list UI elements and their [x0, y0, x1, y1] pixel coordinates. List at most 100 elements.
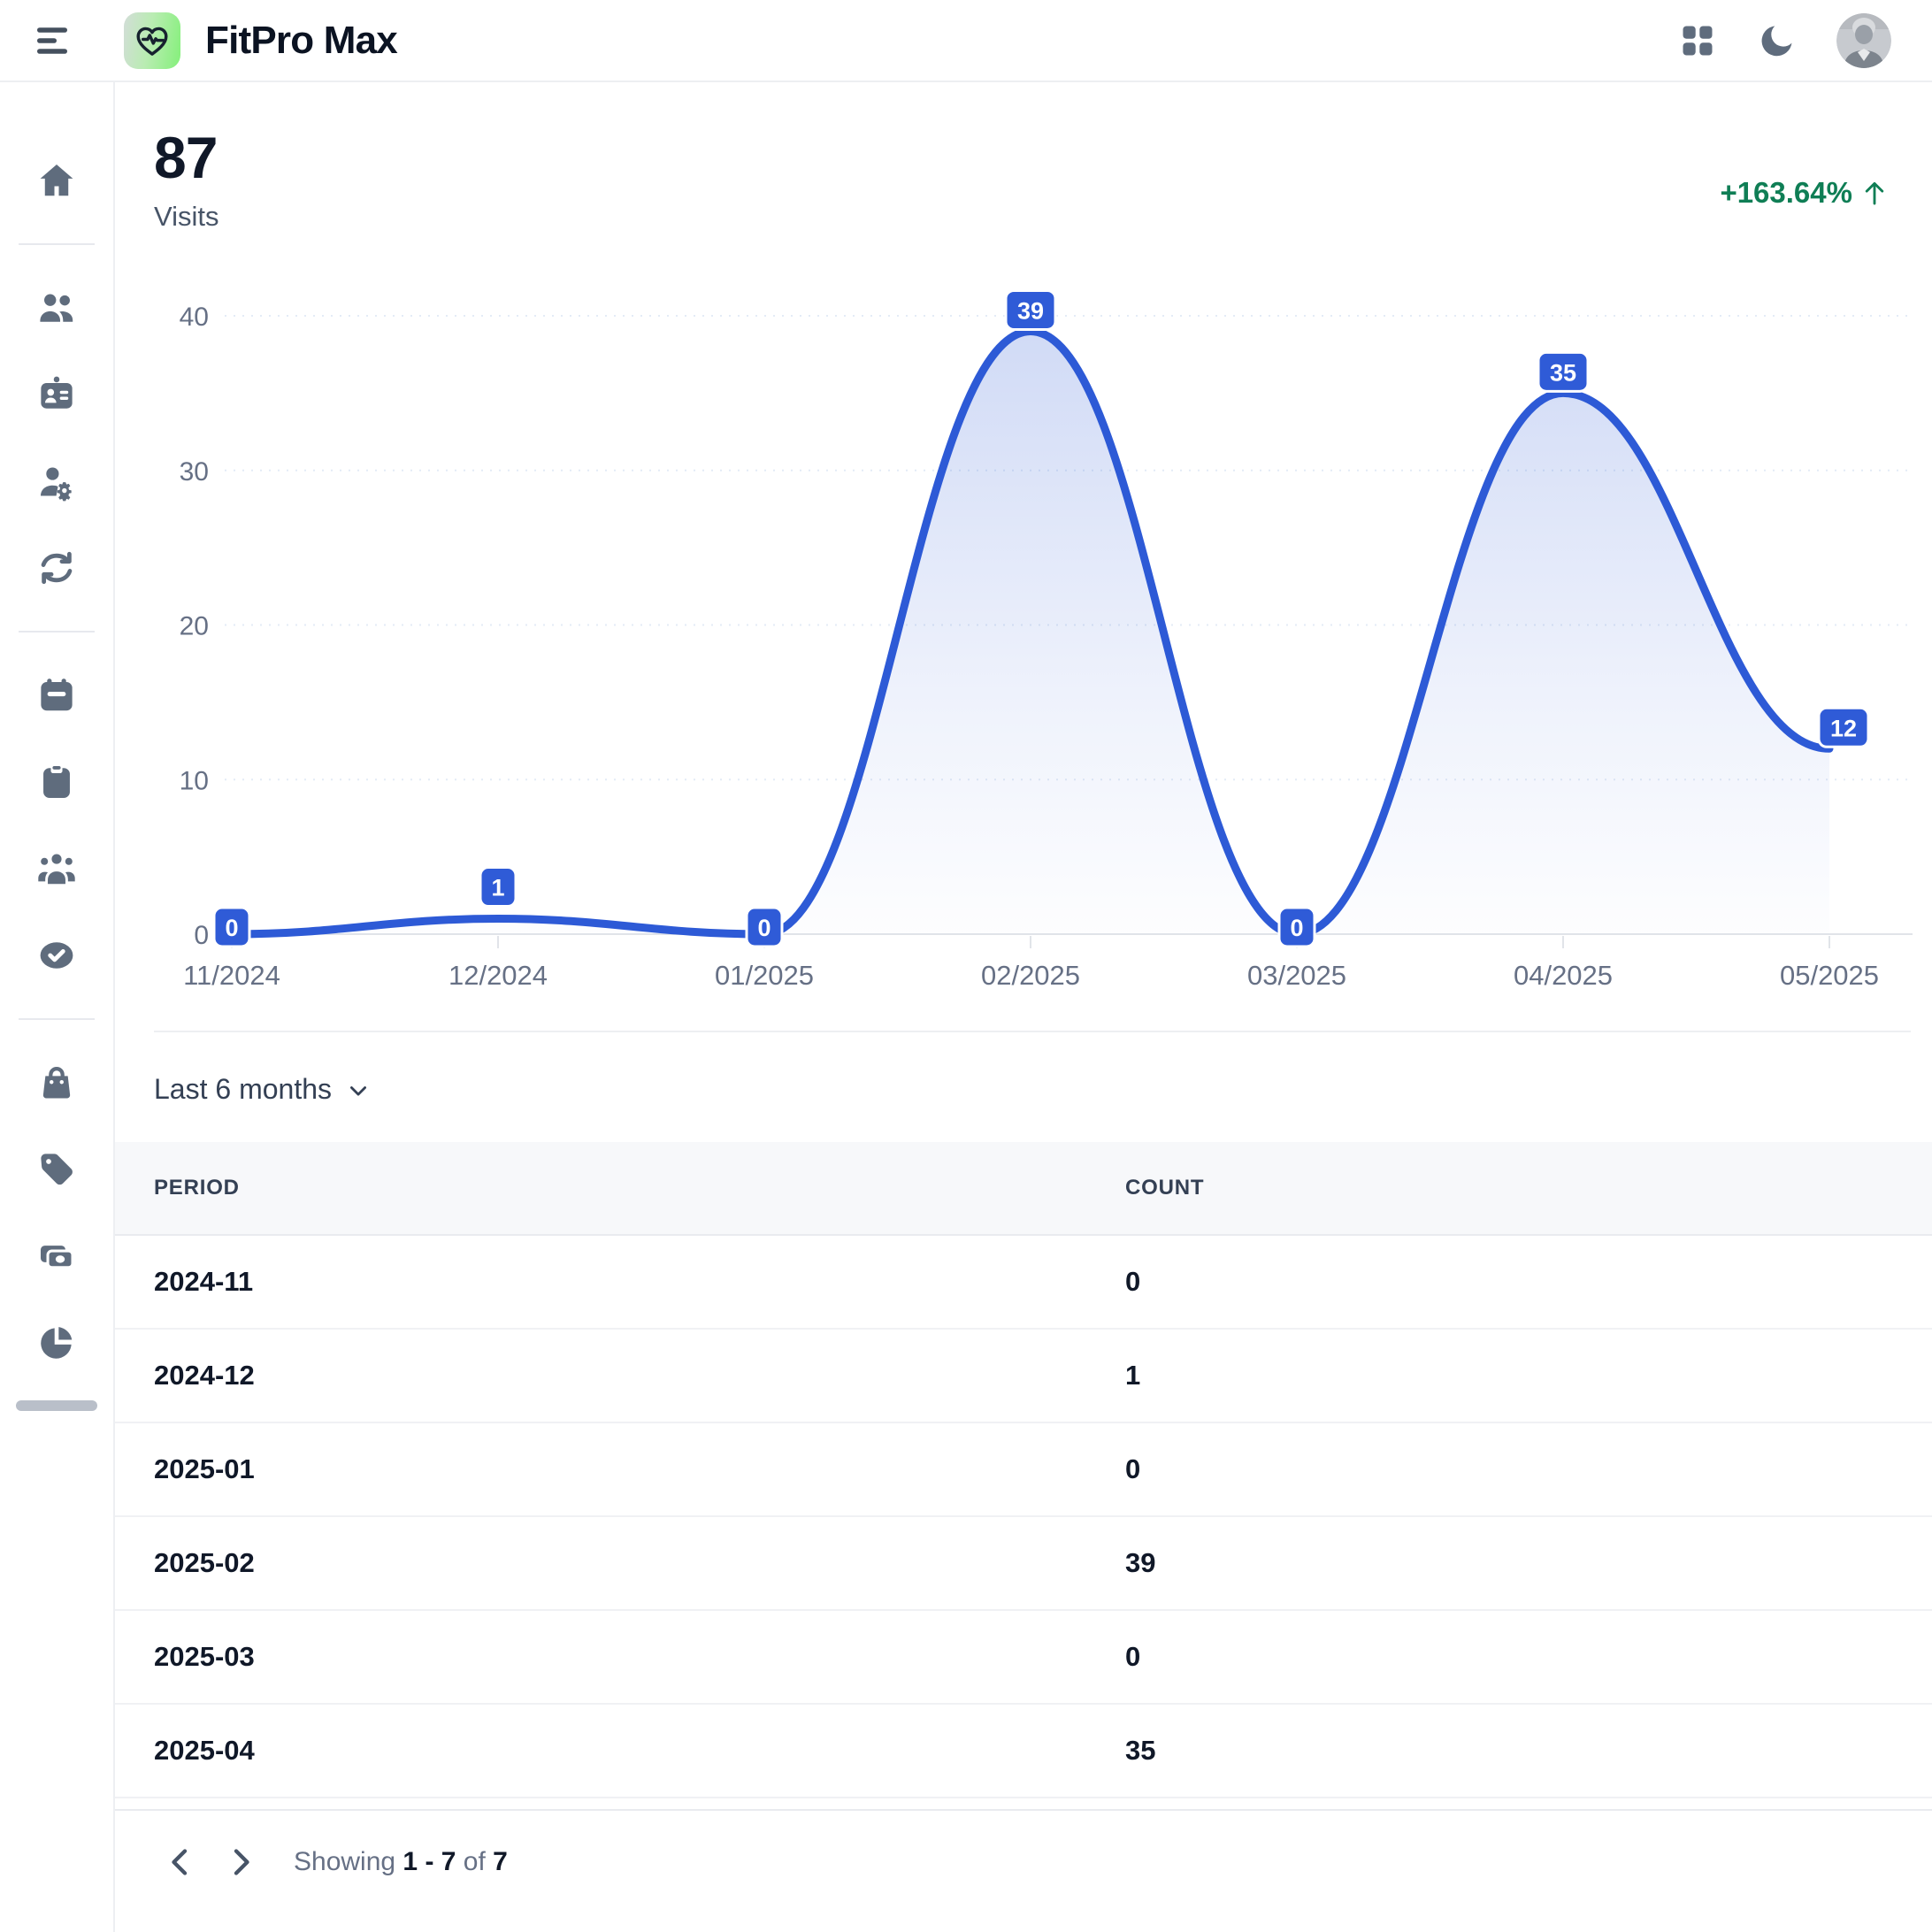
sidebar-item-bag[interactable] — [36, 1062, 77, 1103]
sidebar-item-people-group[interactable] — [36, 848, 77, 889]
period-filter-dropdown[interactable]: Last 6 months — [154, 1071, 371, 1107]
sidebar-item-users[interactable] — [36, 288, 77, 328]
column-header-period: PERIOD — [115, 1176, 1125, 1200]
pagination-total: 7 — [493, 1847, 508, 1876]
svg-text:02/2025: 02/2025 — [981, 960, 1080, 991]
id-badge-icon — [36, 374, 77, 415]
chart-pie-icon — [36, 1322, 77, 1363]
svg-text:04/2025: 04/2025 — [1514, 960, 1613, 991]
chevron-left-icon — [163, 1844, 198, 1880]
period-cell: 2024-11 — [115, 1266, 1125, 1298]
visits-line-chart: 01020304011/202412/202401/202502/202503/… — [154, 291, 1914, 999]
sidebar-scroll-indicator[interactable] — [16, 1400, 97, 1411]
calendar-icon — [36, 675, 77, 716]
change-badge: +163.64% — [1720, 176, 1890, 210]
sidebar-item-chart-pie[interactable] — [36, 1322, 77, 1363]
period-cell: 2025-02 — [115, 1547, 1125, 1579]
pagination-status: Showing 1 - 7 of 7 — [294, 1847, 508, 1877]
svg-text:20: 20 — [180, 612, 209, 641]
change-percent: +163.64% — [1720, 176, 1852, 210]
sidebar-divider — [19, 1018, 95, 1020]
svg-text:0: 0 — [225, 915, 238, 941]
table-row: 2025-030 — [115, 1611, 1932, 1705]
svg-text:0: 0 — [194, 921, 209, 950]
panel-left-icon — [32, 19, 74, 62]
column-header-count: COUNT — [1125, 1176, 1932, 1200]
bag-icon — [36, 1062, 77, 1103]
svg-text:1: 1 — [491, 875, 504, 901]
next-page-button[interactable] — [223, 1844, 258, 1880]
svg-text:35: 35 — [1550, 359, 1576, 386]
count-cell: 1 — [1125, 1360, 1932, 1392]
visits-count: 87 — [154, 128, 219, 187]
svg-text:10: 10 — [180, 766, 209, 795]
arrow-up-icon — [1859, 178, 1890, 208]
home-icon — [36, 160, 77, 201]
app-logo — [124, 12, 180, 69]
previous-page-button[interactable] — [163, 1844, 198, 1880]
table-row: 2024-110 — [115, 1236, 1932, 1330]
grid-apps-icon — [1677, 20, 1718, 61]
visits-label: Visits — [154, 201, 219, 233]
count-cell: 35 — [1125, 1735, 1932, 1767]
dark-mode-toggle[interactable] — [1757, 20, 1798, 61]
users-icon — [36, 288, 77, 328]
app-root: FitPro Max — [0, 0, 1932, 1932]
period-cell: 2025-03 — [115, 1641, 1125, 1673]
sidebar-item-calendar[interactable] — [36, 675, 77, 716]
people-group-icon — [36, 848, 77, 889]
sidebar-item-circle-check[interactable] — [36, 935, 77, 976]
period-filter-label: Last 6 months — [154, 1073, 332, 1106]
sidebar-divider — [19, 243, 95, 245]
table-row: 2025-0239 — [115, 1517, 1932, 1611]
tag-icon — [36, 1149, 77, 1190]
count-cell: 0 — [1125, 1266, 1932, 1298]
sidebar-item-tag[interactable] — [36, 1149, 77, 1190]
svg-text:12: 12 — [1830, 715, 1857, 741]
svg-text:0: 0 — [757, 915, 770, 941]
user-gear-icon — [36, 461, 77, 502]
svg-text:11/2024: 11/2024 — [183, 960, 280, 991]
clipped-table-row — [115, 1798, 1932, 1811]
sidebar-item-user-gear[interactable] — [36, 461, 77, 502]
divider — [154, 1031, 1911, 1032]
table-header-row: PERIODCOUNT — [115, 1142, 1932, 1236]
sync-icon — [36, 548, 77, 588]
money-icon — [36, 1236, 77, 1276]
count-cell: 39 — [1125, 1547, 1932, 1579]
table-row: 2024-121 — [115, 1330, 1932, 1423]
main-content: 87 Visits +163.64% 01020304011/202412/20… — [115, 82, 1932, 1932]
moon-icon — [1757, 20, 1798, 61]
sidebar-item-sync[interactable] — [36, 548, 77, 588]
clipboard-icon — [36, 762, 77, 802]
sidebar-item-home[interactable] — [36, 160, 77, 201]
sidebar-toggle-button[interactable] — [32, 19, 74, 62]
pagination-range: 1 - 7 — [402, 1847, 456, 1876]
avatar-photo — [1836, 13, 1891, 68]
pagination-bar: Showing 1 - 7 of 7 — [115, 1811, 1932, 1913]
apps-grid-button[interactable] — [1677, 20, 1718, 61]
period-cell: 2024-12 — [115, 1360, 1125, 1392]
svg-text:01/2025: 01/2025 — [715, 960, 814, 991]
svg-text:03/2025: 03/2025 — [1247, 960, 1346, 991]
svg-text:05/2025: 05/2025 — [1780, 960, 1879, 991]
sidebar-item-id-badge[interactable] — [36, 374, 77, 415]
period-cell: 2025-01 — [115, 1453, 1125, 1485]
circle-check-icon — [36, 935, 77, 976]
chevron-down-icon — [346, 1078, 371, 1103]
count-cell: 0 — [1125, 1453, 1932, 1485]
table-row: 2025-0435 — [115, 1705, 1932, 1798]
count-cell: 0 — [1125, 1641, 1932, 1673]
sidebar-nav — [0, 82, 115, 1932]
app-header: FitPro Max — [0, 0, 1932, 82]
svg-text:39: 39 — [1017, 297, 1044, 324]
svg-text:0: 0 — [1290, 915, 1303, 941]
sidebar-item-money[interactable] — [36, 1236, 77, 1276]
page-title: FitPro Max — [205, 19, 397, 63]
svg-text:30: 30 — [180, 457, 209, 487]
user-avatar[interactable] — [1836, 13, 1891, 68]
visits-table: PERIODCOUNT2024-1102024-1212025-0102025-… — [115, 1142, 1932, 1811]
sidebar-item-clipboard[interactable] — [36, 762, 77, 802]
table-row: 2025-010 — [115, 1423, 1932, 1517]
svg-text:12/2024: 12/2024 — [448, 960, 548, 991]
